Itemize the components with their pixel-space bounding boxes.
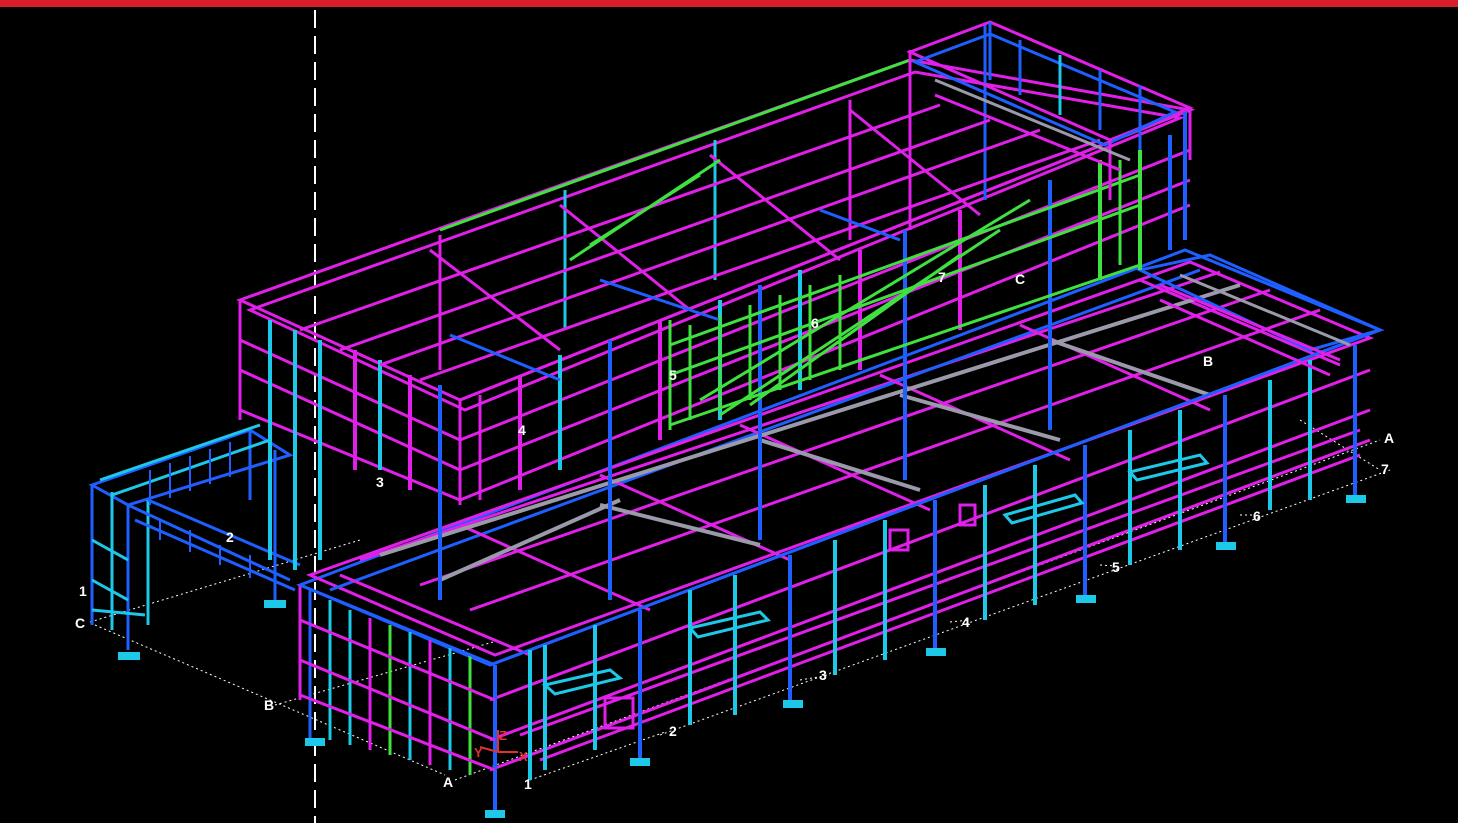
front-grid-label-6: 6 <box>1253 508 1261 524</box>
right-grid-label-7: 7 <box>1381 461 1389 477</box>
upper-grid-label-5: 5 <box>669 367 677 383</box>
upper-grid-label-6: 6 <box>811 315 819 331</box>
upper-grid-label-c: C <box>1015 271 1025 287</box>
front-facade-column-bases <box>485 495 1366 818</box>
z-axis-label: Z <box>499 728 507 743</box>
front-grid-label-3: 3 <box>819 667 827 683</box>
right-grid-label-a: A <box>1384 430 1394 446</box>
right-wing <box>1135 253 1385 377</box>
y-axis-label: Y <box>474 745 483 760</box>
front-grid-label-1: 1 <box>524 776 532 792</box>
structural-3d-model[interactable]: 1 2 C B A 1 2 3 4 5 6 7 A 3 4 5 6 7 C B … <box>0 0 1458 823</box>
front-grid-label-a: A <box>443 774 453 790</box>
front-grid-label-4: 4 <box>962 614 970 630</box>
upper-grid-label-4: 4 <box>518 422 526 438</box>
upper-grid-label-b: B <box>1203 353 1213 369</box>
annex-grid-label-1: 1 <box>79 583 87 599</box>
left-annex-column-bases <box>118 600 286 660</box>
front-grid-label-b: B <box>264 697 274 713</box>
upper-grid-label-3: 3 <box>376 474 384 490</box>
front-canopies <box>541 453 1210 696</box>
x-axis-label: X <box>519 749 528 764</box>
left-end-wall-base <box>305 738 325 746</box>
annex-grid-label-c: C <box>75 615 85 631</box>
model-viewport[interactable]: 1 2 C B A 1 2 3 4 5 6 7 A 3 4 5 6 7 C B … <box>0 0 1458 823</box>
left-annex-trusses <box>149 442 251 578</box>
front-grid-label-2: 2 <box>669 723 677 739</box>
annex-grid-label-2: 2 <box>226 529 234 545</box>
front-grid-label-5: 5 <box>1112 559 1120 575</box>
upper-grid-label-7: 7 <box>938 269 946 285</box>
